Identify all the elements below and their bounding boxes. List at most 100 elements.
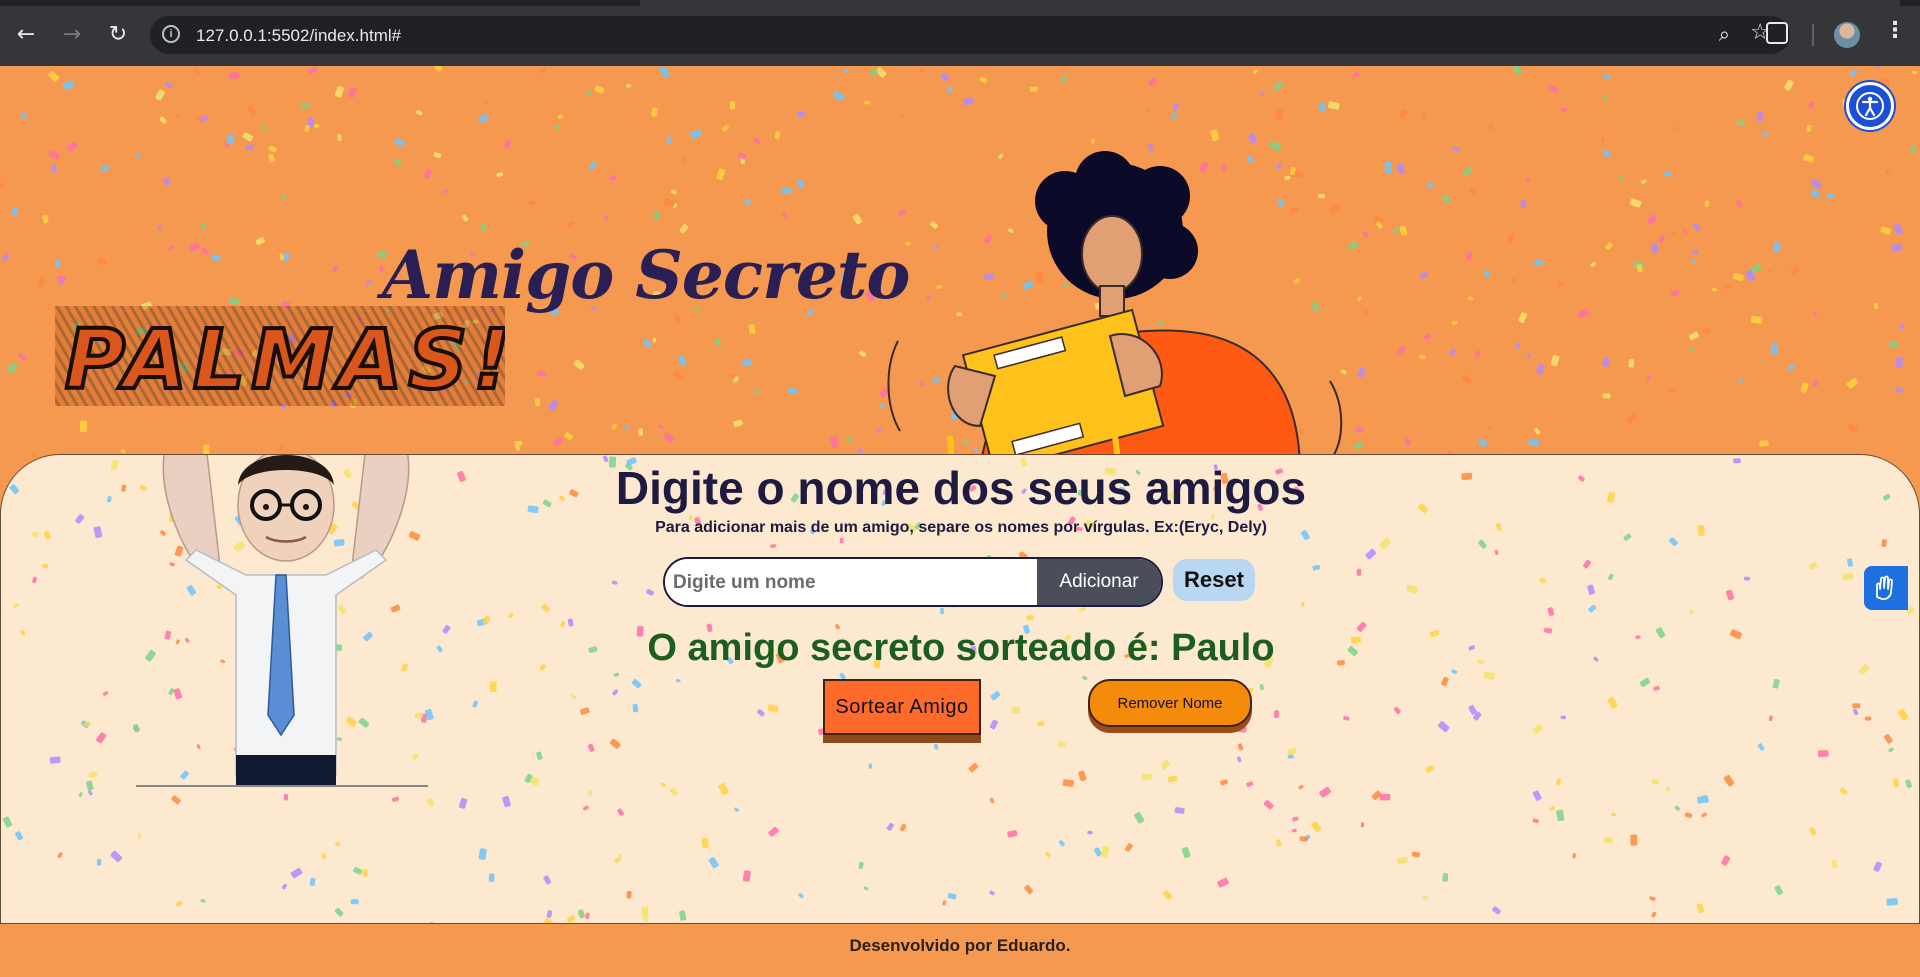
confetti-piece bbox=[1583, 559, 1591, 569]
confetti-piece bbox=[1873, 861, 1882, 872]
confetti-piece bbox=[624, 424, 630, 431]
confetti-piece bbox=[96, 732, 107, 744]
confetti-piece bbox=[350, 899, 359, 905]
confetti-piece bbox=[20, 112, 28, 120]
confetti-piece bbox=[609, 738, 621, 749]
form-instructions: Para adicionar mais de um amigo, separe … bbox=[655, 519, 1267, 536]
confetti-piece bbox=[1486, 425, 1492, 430]
zoom-icon[interactable]: ⌕ bbox=[1719, 22, 1730, 46]
confetti-piece bbox=[1124, 843, 1133, 852]
arrow-right-icon[interactable]: → bbox=[56, 18, 88, 50]
confetti-piece bbox=[484, 99, 488, 105]
confetti-piece bbox=[1649, 896, 1656, 901]
name-input[interactable] bbox=[665, 559, 1053, 605]
active-tab[interactable] bbox=[640, 0, 1900, 6]
confetti-piece bbox=[176, 900, 183, 907]
confetti-piece bbox=[1037, 721, 1045, 727]
confetti-piece bbox=[1026, 614, 1034, 621]
confetti-piece bbox=[1646, 214, 1657, 225]
confetti-piece bbox=[199, 115, 209, 123]
url-text[interactable]: 127.0.0.1:5502/index.html# bbox=[196, 26, 401, 46]
confetti-piece bbox=[6, 362, 18, 374]
confetti-piece bbox=[11, 206, 19, 216]
reset-button[interactable]: Reset bbox=[1173, 559, 1255, 601]
confetti-piece bbox=[1442, 873, 1449, 882]
confetti-piece bbox=[839, 537, 844, 544]
confetti-piece bbox=[36, 276, 46, 287]
avatar[interactable] bbox=[1834, 22, 1860, 48]
confetti-piece bbox=[1608, 573, 1614, 581]
confetti-piece bbox=[478, 848, 487, 860]
confetti-piece bbox=[433, 152, 442, 159]
remove-name-button[interactable]: Remover Nome bbox=[1088, 679, 1252, 727]
confetti-piece bbox=[1619, 175, 1623, 181]
address-bar[interactable]: i 127.0.0.1:5502/index.html# ⌕ ☆ bbox=[150, 16, 1790, 54]
confetti-piece bbox=[1897, 708, 1909, 721]
confetti-piece bbox=[625, 84, 632, 88]
confetti-piece bbox=[690, 129, 703, 139]
puzzle-icon[interactable] bbox=[1766, 22, 1788, 44]
confetti-piece bbox=[1236, 725, 1247, 733]
confetti-piece bbox=[1246, 781, 1254, 787]
confetti-piece bbox=[611, 423, 617, 430]
confetti-piece bbox=[553, 437, 564, 447]
confetti-piece bbox=[1532, 818, 1539, 824]
confetti-piece bbox=[1588, 604, 1597, 613]
confetti-piece bbox=[1237, 743, 1244, 751]
confetti-piece bbox=[279, 253, 285, 261]
confetti-piece bbox=[989, 797, 995, 804]
confetti-piece bbox=[337, 134, 342, 141]
confetti-piece bbox=[753, 390, 760, 395]
confetti-piece bbox=[242, 132, 254, 142]
arrow-left-icon[interactable]: ← bbox=[10, 18, 42, 50]
confetti-piece bbox=[1817, 750, 1829, 758]
confetti-piece bbox=[1600, 137, 1605, 144]
confetti-piece bbox=[136, 152, 141, 159]
confetti-piece bbox=[701, 837, 709, 849]
confetti-piece bbox=[541, 603, 550, 613]
confetti-piece bbox=[1397, 162, 1405, 175]
confetti-piece bbox=[194, 68, 200, 75]
confetti-piece bbox=[100, 165, 109, 171]
confetti-piece bbox=[1653, 685, 1660, 691]
confetti-piece bbox=[1534, 427, 1540, 435]
confetti-piece bbox=[1895, 386, 1904, 394]
confetti-piece bbox=[554, 124, 560, 130]
confetti-piece bbox=[12, 603, 19, 609]
confetti-piece bbox=[1253, 69, 1258, 74]
confetti-piece bbox=[1475, 350, 1481, 358]
info-icon[interactable]: i bbox=[162, 25, 180, 43]
confetti-piece bbox=[844, 68, 849, 73]
confetti-piece bbox=[423, 168, 432, 179]
confetti-piece bbox=[875, 67, 887, 78]
confetti-piece bbox=[1711, 287, 1717, 292]
confetti-piece bbox=[1787, 364, 1795, 371]
confetti-piece bbox=[1603, 837, 1614, 844]
confetti-piece bbox=[868, 763, 873, 769]
confetti-piece bbox=[673, 371, 685, 382]
confetti-piece bbox=[281, 252, 290, 262]
kebab-menu-icon[interactable]: ⋮ bbox=[1884, 18, 1906, 43]
confetti-piece bbox=[1488, 123, 1493, 130]
confetti-piece bbox=[1298, 784, 1304, 790]
confetti-piece bbox=[617, 808, 624, 816]
palmas-text: PALMAS!! bbox=[65, 313, 505, 406]
accessibility-icon[interactable] bbox=[1846, 82, 1894, 130]
confetti-piece bbox=[541, 917, 552, 923]
hands-icon[interactable] bbox=[1864, 566, 1908, 610]
add-button[interactable]: Adicionar bbox=[1037, 559, 1161, 605]
confetti-piece bbox=[742, 358, 753, 367]
confetti-piece bbox=[567, 618, 574, 627]
confetti-piece bbox=[1738, 378, 1743, 384]
reload-icon[interactable]: ↻ bbox=[102, 18, 134, 50]
confetti-piece bbox=[588, 161, 597, 170]
confetti-piece bbox=[587, 743, 595, 752]
confetti-piece bbox=[1839, 787, 1848, 795]
confetti-piece bbox=[1774, 885, 1784, 896]
confetti-piece bbox=[55, 259, 61, 268]
draw-friend-button[interactable]: Sortear Amigo bbox=[823, 679, 981, 735]
confetti-piece bbox=[1602, 357, 1610, 368]
confetti-piece bbox=[1831, 859, 1838, 869]
confetti-piece bbox=[1260, 92, 1265, 97]
confetti-piece bbox=[1512, 66, 1523, 76]
